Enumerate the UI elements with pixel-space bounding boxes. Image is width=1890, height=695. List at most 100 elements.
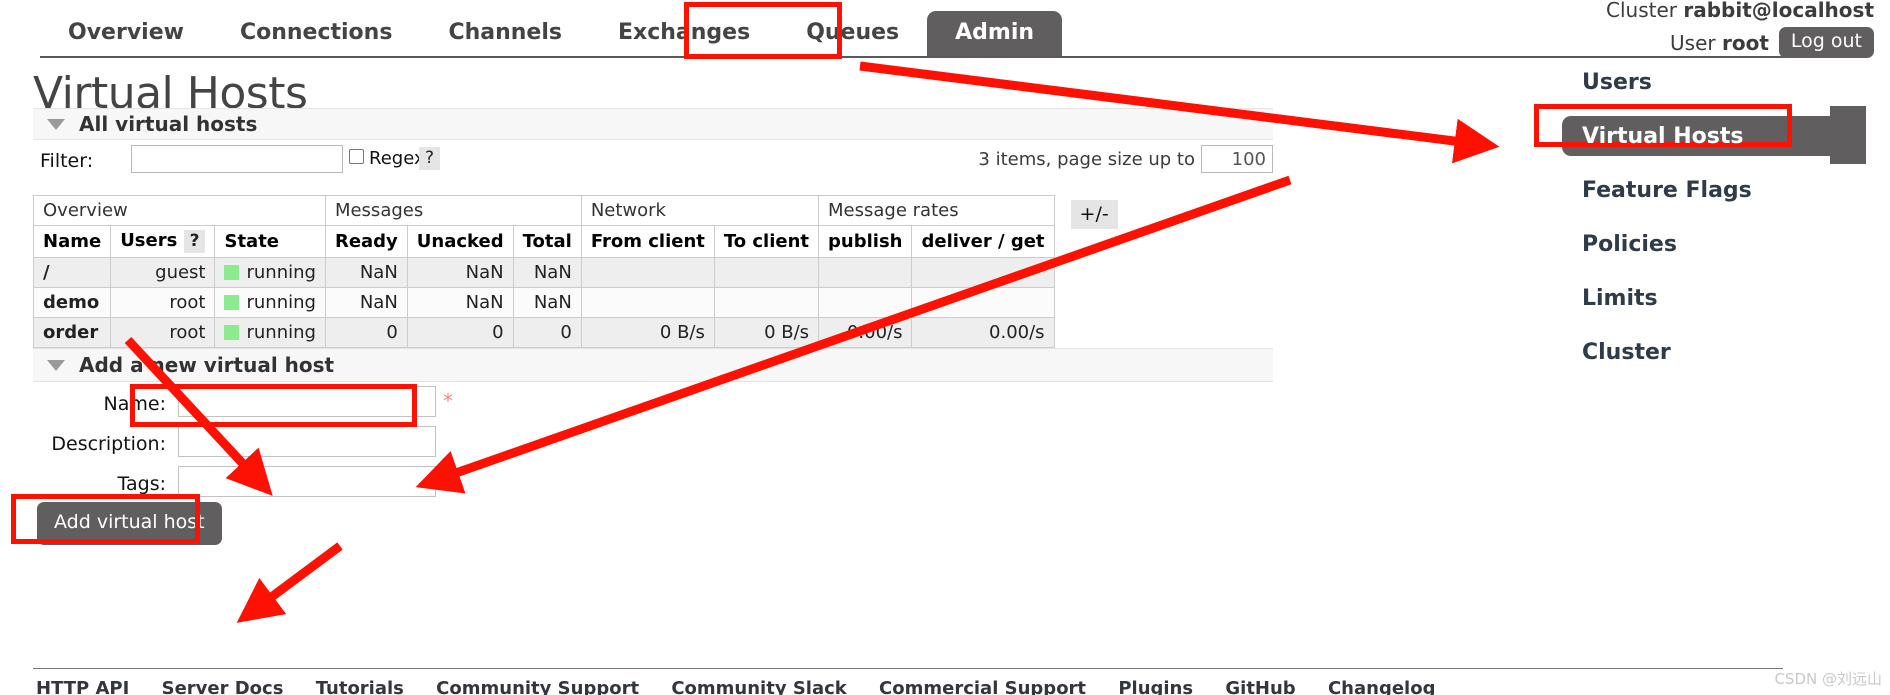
description-input[interactable] (178, 426, 436, 457)
cell-to-client (713, 287, 820, 318)
cell-state-label: running (246, 322, 316, 343)
nav-tab-list: Overview Connections Channels Exchanges … (40, 8, 1063, 57)
section-label-all-virtual-hosts: All virtual hosts (79, 112, 258, 136)
nav-tab-channels[interactable]: Channels (420, 11, 590, 57)
user-name: root (1722, 30, 1769, 55)
col-header-deliver-get[interactable]: deliver / get (911, 225, 1055, 258)
nav-tab-connections[interactable]: Connections (212, 11, 420, 57)
col-header-ready[interactable]: Ready (324, 225, 408, 258)
cell-name[interactable]: / (32, 257, 112, 288)
sidebar-item-label: Users (1582, 70, 1652, 95)
state-indicator-icon (224, 295, 240, 310)
filter-row: Filter: Regex ? 3 items, page size up to (33, 145, 1273, 179)
sidebar-item-limits[interactable]: Limits (1540, 278, 1890, 320)
sidebar-item-policies[interactable]: Policies (1540, 224, 1890, 266)
cell-to-client: 0 B/s (713, 317, 820, 348)
footer-link-github[interactable]: GitHub (1225, 678, 1295, 695)
group-header-messages: Messages (324, 195, 582, 226)
cell-name[interactable]: demo (32, 287, 112, 318)
cell-ready: 0 (324, 317, 408, 348)
sidebar-item-users[interactable]: Users (1540, 62, 1890, 104)
cluster-label: Cluster rabbit@localhost (1606, 0, 1874, 23)
cell-from-client (580, 287, 715, 318)
table-row[interactable]: / guest running NaN NaN NaN (32, 257, 1127, 288)
nav-tab-admin[interactable]: Admin (927, 11, 1063, 57)
cell-name[interactable]: order (32, 317, 112, 348)
col-header-from-client[interactable]: From client (580, 225, 715, 258)
column-toggle-cell: +/- (1054, 195, 1127, 258)
footer-link-changelog[interactable]: Changelog (1328, 678, 1436, 695)
col-header-unacked[interactable]: Unacked (406, 225, 514, 258)
sidebar-item-label: Limits (1582, 286, 1658, 311)
cell-deliver-get (911, 287, 1055, 318)
page-size-input[interactable] (1201, 145, 1273, 173)
cluster-name: rabbit@localhost (1683, 0, 1874, 22)
sidebar-item-label: Feature Flags (1582, 178, 1752, 203)
footer-link-community-support[interactable]: Community Support (436, 678, 639, 695)
col-header-to-client[interactable]: To client (713, 225, 820, 258)
cell-ready: NaN (324, 257, 408, 288)
table-body: / guest running NaN NaN NaN demo root ru… (32, 257, 1127, 348)
nav-tab-overview[interactable]: Overview (40, 11, 212, 57)
cell-state: running (214, 287, 326, 318)
header-identity: Cluster rabbit@localhost User root Log o… (1606, 0, 1874, 58)
regex-checkbox[interactable] (349, 149, 364, 164)
cell-state: running (214, 317, 326, 348)
column-toggle-button[interactable]: +/- (1070, 199, 1118, 229)
col-header-publish[interactable]: publish (818, 225, 913, 258)
col-header-users[interactable]: Users ? (110, 225, 216, 258)
group-header-network: Network (580, 195, 820, 226)
sidebar-item-feature-flags[interactable]: Feature Flags (1540, 170, 1890, 212)
sidebar-item-virtual-hosts[interactable]: Virtual Hosts (1540, 106, 1890, 164)
group-header-message-rates: Message rates (818, 195, 1055, 226)
footer-link-community-slack[interactable]: Community Slack (671, 678, 846, 695)
filter-input[interactable] (131, 145, 343, 173)
table-row[interactable]: order root running 0 0 0 0 B/s 0 B/s 0.0… (32, 317, 1127, 348)
table-row[interactable]: demo root running NaN NaN NaN (32, 287, 1127, 318)
name-label: Name: (103, 393, 166, 415)
cell-publish (818, 287, 913, 318)
add-virtual-host-button[interactable]: Add virtual host (37, 502, 222, 545)
cell-state-label: running (246, 262, 316, 283)
col-header-name[interactable]: Name (32, 225, 112, 258)
required-marker: * (443, 389, 453, 413)
name-input[interactable] (178, 386, 436, 417)
filter-label: Filter: (40, 150, 94, 172)
nav-tab-exchanges[interactable]: Exchanges (590, 11, 778, 57)
section-header-all-virtual-hosts[interactable]: All virtual hosts (33, 108, 1273, 140)
logout-button[interactable]: Log out (1778, 27, 1874, 58)
cell-unacked: NaN (406, 287, 514, 318)
section-label-add-virtual-host: Add a new virtual host (79, 353, 335, 377)
cell-deliver-get: 0.00/s (911, 317, 1055, 348)
col-header-total[interactable]: Total (512, 225, 582, 258)
regex-help-icon[interactable]: ? (419, 147, 441, 170)
cell-state: running (214, 257, 326, 288)
footer-link-server-docs[interactable]: Server Docs (162, 678, 284, 695)
tags-label: Tags: (117, 473, 166, 495)
cell-ready: NaN (324, 287, 408, 318)
user-label: User root Log out (1606, 27, 1874, 58)
col-header-state[interactable]: State (214, 225, 326, 258)
sidebar-item-label: Policies (1582, 232, 1677, 257)
cell-total: NaN (512, 287, 582, 318)
nav-tab-queues[interactable]: Queues (778, 11, 927, 57)
group-header-overview: Overview (33, 195, 326, 226)
footer-link-plugins[interactable]: Plugins (1118, 678, 1193, 695)
tags-input[interactable] (178, 466, 436, 497)
users-help-icon[interactable]: ? (183, 230, 206, 253)
section-header-add-virtual-host[interactable]: Add a new virtual host (33, 348, 1273, 382)
cell-deliver-get (911, 257, 1055, 288)
regex-label: Regex (369, 148, 425, 169)
description-label: Description: (51, 433, 166, 455)
state-indicator-icon (224, 325, 240, 340)
col-header-users-label: Users (120, 230, 178, 251)
sidebar-item-cluster[interactable]: Cluster (1540, 332, 1890, 374)
sidebar-item-label: Cluster (1582, 340, 1671, 365)
cell-publish (818, 257, 913, 288)
chevron-down-icon (47, 359, 65, 371)
footer-link-commercial-support[interactable]: Commercial Support (879, 678, 1086, 695)
footer-link-tutorials[interactable]: Tutorials (316, 678, 404, 695)
paging-info: 3 items, page size up to (978, 149, 1195, 170)
footer-link-http-api[interactable]: HTTP API (36, 678, 129, 695)
cell-unacked: NaN (406, 257, 514, 288)
